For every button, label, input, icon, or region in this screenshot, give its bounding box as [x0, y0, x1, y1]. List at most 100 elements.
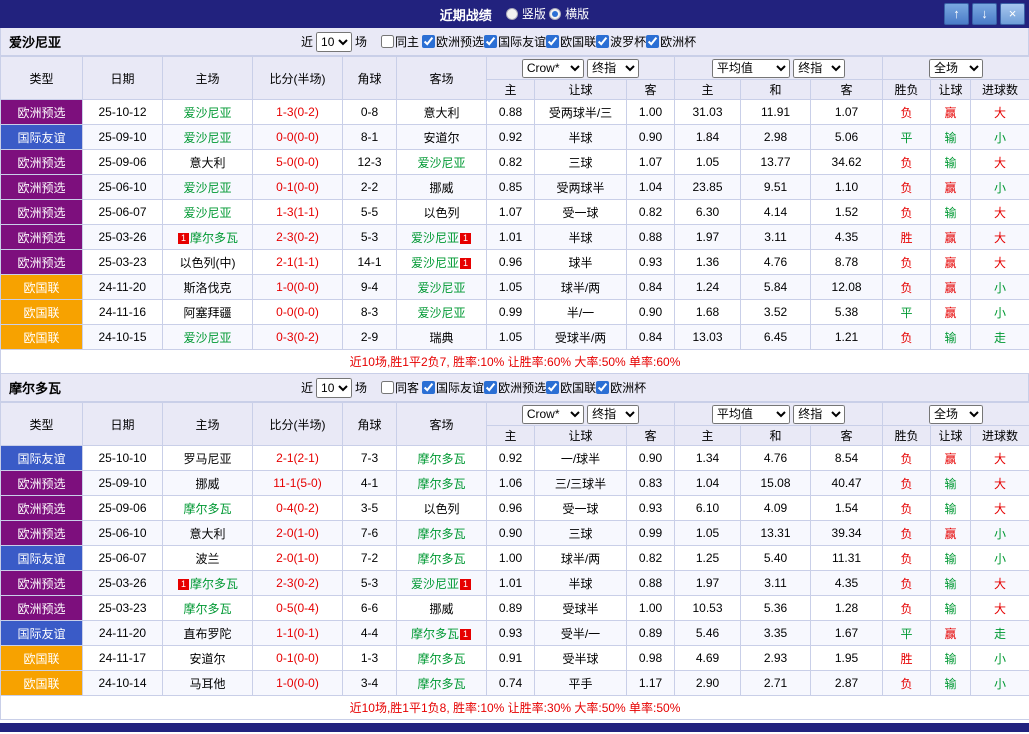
avg-time-select[interactable]: 终指	[793, 405, 845, 424]
away-odds: 0.83	[627, 471, 675, 496]
home-team: 挪威	[163, 471, 253, 496]
close-button[interactable]: ×	[1000, 3, 1025, 25]
checkbox-input[interactable]	[646, 35, 659, 48]
scope-select[interactable]: 全场	[929, 405, 983, 424]
checkbox-input[interactable]	[484, 35, 497, 48]
sub-header-wdl: 胜负	[883, 80, 931, 100]
result-handicap: 赢	[931, 521, 971, 546]
match-type-badge: 欧洲预选	[1, 571, 83, 596]
home-team: 爱沙尼亚	[163, 100, 253, 125]
radio-label: 竖版	[522, 5, 546, 22]
avg-select[interactable]: 平均值	[712, 405, 790, 424]
competition-checkbox[interactable]: 欧洲杯	[596, 379, 646, 396]
competition-checkbox[interactable]: 欧洲预选	[484, 379, 546, 396]
odds-time-select[interactable]: 终指	[587, 405, 639, 424]
competition-checkbox[interactable]: 国际友谊	[484, 33, 546, 50]
away-odds: 0.90	[627, 125, 675, 150]
checkbox-input[interactable]	[381, 381, 394, 394]
sub-header-let: 让球	[931, 426, 971, 446]
away-odds: 1.04	[627, 175, 675, 200]
move-up-button[interactable]: ↑	[944, 3, 969, 25]
odds-time-select[interactable]: 终指	[587, 59, 639, 78]
filter-bar: 近 10 场 同主 欧洲预选国际友谊欧国联波罗杯欧洲杯	[301, 32, 696, 52]
away-team: 爱沙尼亚	[397, 150, 487, 175]
match-row: 国际友谊24-11-20直布罗陀1-1(0-1)4-4摩尔多瓦10.93受半/一…	[1, 621, 1029, 646]
result-goals: 大	[971, 471, 1029, 496]
checkbox-input[interactable]	[596, 35, 609, 48]
competition-checkbox[interactable]: 欧洲预选	[422, 33, 484, 50]
match-type-badge: 国际友谊	[1, 446, 83, 471]
home-odds: 0.99	[487, 300, 535, 325]
competition-checkbox[interactable]: 国际友谊	[422, 379, 484, 396]
away-team: 意大利	[397, 100, 487, 125]
away-team: 爱沙尼亚1	[397, 250, 487, 275]
same-venue-checkbox[interactable]: 同主	[381, 33, 419, 50]
scope-select[interactable]: 全场	[929, 59, 983, 78]
checkbox-label: 欧国联	[560, 379, 596, 396]
corner-score: 9-4	[343, 275, 397, 300]
checkbox-input[interactable]	[422, 35, 435, 48]
checkbox-input[interactable]	[381, 35, 394, 48]
layout-radio[interactable]: 竖版	[506, 5, 546, 22]
result-goals: 小	[971, 671, 1029, 696]
score: 2-0(1-0)	[253, 521, 343, 546]
handicap-line: 球半/两	[535, 275, 627, 300]
competition-checkbox[interactable]: 欧国联	[546, 33, 596, 50]
avg-home-odds: 23.85	[675, 175, 741, 200]
match-row: 欧国联24-11-16阿塞拜疆0-0(0-0)8-3爱沙尼亚0.99半/一0.9…	[1, 300, 1029, 325]
away-team: 摩尔多瓦	[397, 446, 487, 471]
competition-checkbox[interactable]: 欧国联	[546, 379, 596, 396]
result-wdl: 负	[883, 250, 931, 275]
team-name-text: 摩尔多瓦	[190, 577, 238, 591]
score: 5-0(0-0)	[253, 150, 343, 175]
match-row: 欧洲预选25-09-06意大利5-0(0-0)12-3爱沙尼亚0.82三球1.0…	[1, 150, 1029, 175]
corner-score: 2-9	[343, 325, 397, 350]
match-date: 24-11-16	[83, 300, 163, 325]
competition-checkbox[interactable]: 欧洲杯	[646, 33, 696, 50]
away-team: 爱沙尼亚1	[397, 571, 487, 596]
sub-header-goals: 进球数	[971, 426, 1029, 446]
result-goals: 走	[971, 325, 1029, 350]
checkbox-input[interactable]	[546, 381, 559, 394]
result-goals: 小	[971, 300, 1029, 325]
odds-source-select[interactable]: Crow*	[522, 405, 584, 424]
avg-home-odds: 5.46	[675, 621, 741, 646]
home-odds: 0.82	[487, 150, 535, 175]
match-count-select[interactable]: 10	[316, 378, 352, 398]
away-team: 爱沙尼亚	[397, 300, 487, 325]
avg-home-odds: 1.34	[675, 446, 741, 471]
match-type-badge: 欧国联	[1, 275, 83, 300]
checkbox-input[interactable]	[422, 381, 435, 394]
layout-radio[interactable]: 横版	[549, 5, 589, 22]
odds-source-select[interactable]: Crow*	[522, 59, 584, 78]
same-venue-checkbox[interactable]: 同客	[381, 379, 419, 396]
sub-header-handicap: 让球	[535, 80, 627, 100]
match-row: 欧洲预选25-06-07爱沙尼亚1-3(1-1)5-5以色列1.07受一球0.8…	[1, 200, 1029, 225]
avg-select[interactable]: 平均值	[712, 59, 790, 78]
competition-checkbox[interactable]: 波罗杯	[596, 33, 646, 50]
corner-score: 0-8	[343, 100, 397, 125]
layout-radio-group: 竖版 横版	[506, 5, 589, 23]
match-date: 25-09-06	[83, 150, 163, 175]
match-type-badge: 国际友谊	[1, 621, 83, 646]
team-name-text: 爱沙尼亚	[183, 106, 231, 120]
avg-draw-odds: 4.14	[741, 200, 811, 225]
sub-header-home-odds: 主	[487, 80, 535, 100]
checkbox-input[interactable]	[596, 381, 609, 394]
home-odds: 0.96	[487, 496, 535, 521]
match-count-select[interactable]: 10	[316, 32, 352, 52]
score: 0-3(0-2)	[253, 325, 343, 350]
move-down-button[interactable]: ↓	[972, 3, 997, 25]
avg-time-select[interactable]: 终指	[793, 59, 845, 78]
result-goals: 大	[971, 150, 1029, 175]
avg-home-odds: 31.03	[675, 100, 741, 125]
result-wdl: 负	[883, 596, 931, 621]
page-title: 近期战绩	[440, 5, 492, 24]
avg-away-odds: 8.54	[811, 446, 883, 471]
checkbox-input[interactable]	[484, 381, 497, 394]
avg-away-odds: 1.07	[811, 100, 883, 125]
score: 1-3(1-1)	[253, 200, 343, 225]
home-odds: 1.01	[487, 571, 535, 596]
home-team: 意大利	[163, 521, 253, 546]
checkbox-input[interactable]	[546, 35, 559, 48]
